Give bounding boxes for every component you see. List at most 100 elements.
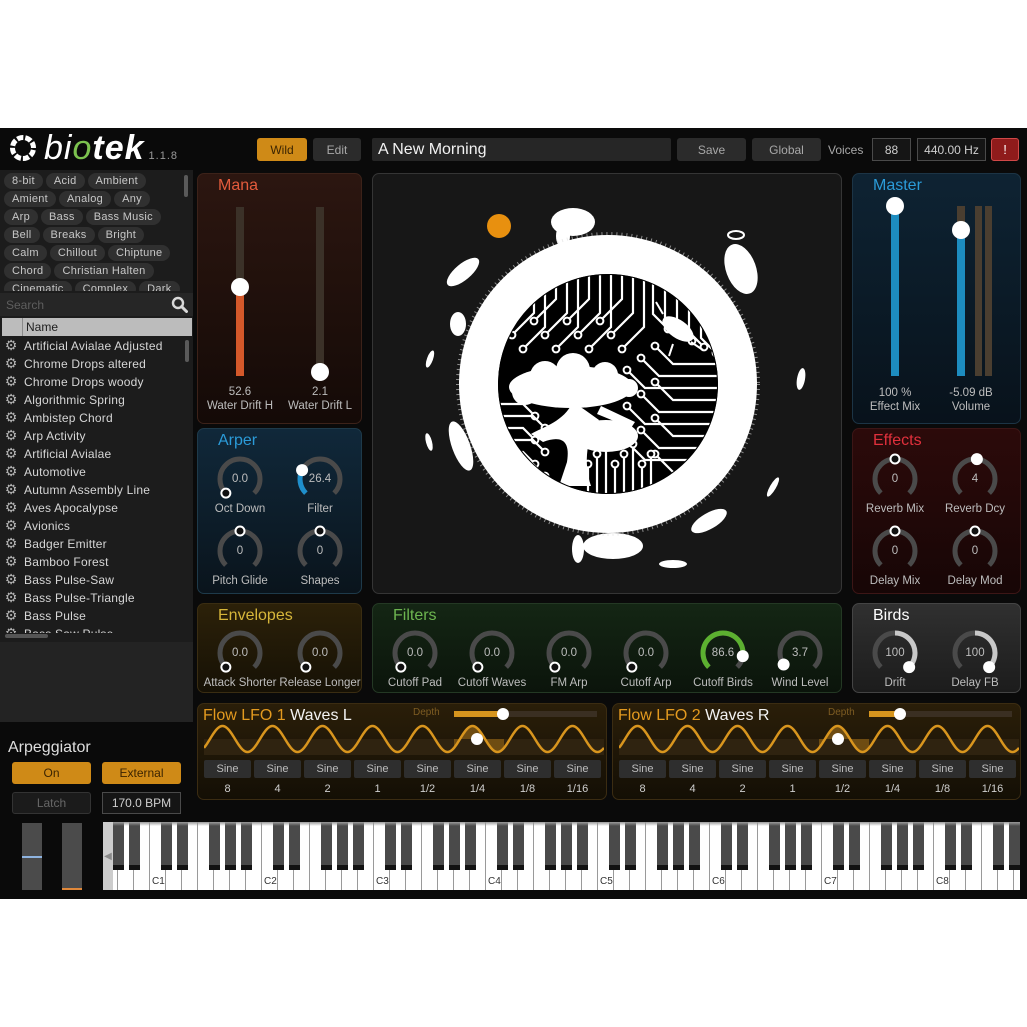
- preset-row[interactable]: ⚙ Artificial Avialae: [0, 445, 184, 463]
- step-shape-button[interactable]: Sine: [304, 760, 351, 778]
- black-key[interactable]: [560, 822, 572, 870]
- tag-pill[interactable]: Any: [114, 191, 150, 207]
- knob-indicator[interactable]: [889, 525, 901, 537]
- knob-indicator[interactable]: [903, 661, 916, 674]
- volume-slider[interactable]: [952, 206, 970, 376]
- black-key[interactable]: [336, 822, 348, 870]
- step-shape-button[interactable]: Sine: [819, 760, 866, 778]
- cutoff-arp-knob[interactable]: 0.0 Cutoff Arp: [616, 628, 676, 692]
- preset-row[interactable]: ⚙ Avionics: [0, 517, 184, 535]
- step-shape-button[interactable]: Sine: [719, 760, 766, 778]
- black-key[interactable]: [320, 822, 332, 870]
- knob-indicator[interactable]: [220, 487, 232, 499]
- preset-row[interactable]: ⚙ Chrome Drops altered: [0, 355, 184, 373]
- knob-indicator[interactable]: [395, 661, 407, 673]
- step-shape-button[interactable]: Sine: [769, 760, 816, 778]
- step-shape-button[interactable]: Sine: [619, 760, 666, 778]
- step-shape-button[interactable]: Sine: [669, 760, 716, 778]
- edit-button[interactable]: Edit: [313, 138, 361, 161]
- depth-handle[interactable]: [894, 708, 907, 720]
- black-key[interactable]: [992, 822, 1004, 870]
- preset-row[interactable]: ⚙ Badger Emitter: [0, 535, 184, 553]
- step-shape-button[interactable]: Sine: [969, 760, 1016, 778]
- black-key[interactable]: [784, 822, 796, 870]
- tag-pill[interactable]: Arp: [4, 209, 39, 225]
- step-shape-button[interactable]: Sine: [404, 760, 451, 778]
- shapes-knob[interactable]: 0 Shapes: [290, 525, 350, 593]
- lfo-waveform[interactable]: [619, 723, 1019, 755]
- step-shape-button[interactable]: Sine: [869, 760, 916, 778]
- black-key[interactable]: [960, 822, 972, 870]
- tag-pill[interactable]: Chord: [4, 263, 52, 279]
- black-key[interactable]: [352, 822, 364, 870]
- water-drift-h-slider[interactable]: [231, 207, 249, 376]
- knob-indicator[interactable]: [970, 453, 983, 466]
- lfo-waveform[interactable]: [204, 723, 604, 755]
- black-key[interactable]: [848, 822, 860, 870]
- preset-row[interactable]: ⚙ Arp Activity: [0, 427, 184, 445]
- tag-pill[interactable]: Christian Halten: [54, 263, 154, 279]
- list-scrollbar[interactable]: [185, 340, 189, 362]
- preset-row[interactable]: ⚙ Artificial Avialae Adjusted: [0, 337, 184, 355]
- step-shape-button[interactable]: Sine: [454, 760, 501, 778]
- tag-pill[interactable]: Complex: [74, 281, 137, 291]
- black-key[interactable]: [656, 822, 668, 870]
- list-column-header[interactable]: Name: [2, 318, 192, 336]
- tag-pill[interactable]: Acid: [45, 173, 85, 189]
- delay-mod-knob[interactable]: 0 Delay Mod: [945, 525, 1005, 593]
- black-key[interactable]: [176, 822, 188, 870]
- black-key[interactable]: [240, 822, 252, 870]
- black-key[interactable]: [576, 822, 588, 870]
- preset-row[interactable]: ⚙ Bass Pulse-Saw: [0, 571, 184, 589]
- oct-down-knob[interactable]: 0.0 Oct Down: [210, 454, 270, 524]
- pitch-glide-knob[interactable]: 0 Pitch Glide: [210, 525, 270, 593]
- slider-handle[interactable]: [311, 363, 329, 382]
- tuning-field[interactable]: 440.00 Hz: [917, 138, 986, 161]
- slider-handle[interactable]: [886, 197, 904, 215]
- black-key[interactable]: [608, 822, 620, 870]
- preset-row[interactable]: ⚙ Bass Pulse: [0, 607, 184, 625]
- tag-pill[interactable]: Dark: [139, 281, 180, 291]
- list-horizontal-scrollbar[interactable]: [5, 634, 48, 638]
- chevron-left-icon[interactable]: ◀: [103, 822, 113, 890]
- arp-external-button[interactable]: External: [102, 762, 181, 784]
- step-shape-button[interactable]: Sine: [354, 760, 401, 778]
- black-key[interactable]: [736, 822, 748, 870]
- black-key[interactable]: [672, 822, 684, 870]
- black-key[interactable]: [272, 822, 284, 870]
- preset-row[interactable]: ⚙ Aves Apocalypse: [0, 499, 184, 517]
- arp-tempo-field[interactable]: 170.0 BPM: [102, 792, 181, 814]
- tag-pill[interactable]: Amient: [4, 191, 57, 207]
- tag-pill[interactable]: Cinematic: [4, 281, 72, 291]
- tag-pill[interactable]: Calm: [4, 245, 47, 261]
- black-key[interactable]: [384, 822, 396, 870]
- arp-on-button[interactable]: On: [12, 762, 91, 784]
- alert-button[interactable]: !: [991, 138, 1019, 161]
- tag-pill[interactable]: Bright: [97, 227, 145, 243]
- black-key[interactable]: [624, 822, 636, 870]
- knob-indicator[interactable]: [969, 525, 981, 537]
- black-key[interactable]: [544, 822, 556, 870]
- black-key[interactable]: [432, 822, 444, 870]
- tag-pill[interactable]: Bass: [41, 209, 83, 225]
- preset-row[interactable]: ⚙ Ambistep Chord: [0, 409, 184, 427]
- preset-row[interactable]: ⚙ Algorithmic Spring: [0, 391, 184, 409]
- step-shape-button[interactable]: Sine: [919, 760, 966, 778]
- black-key[interactable]: [688, 822, 700, 870]
- water-drift-l-slider[interactable]: [311, 207, 329, 382]
- arp-latch-button[interactable]: Latch: [12, 792, 91, 814]
- tag-pill[interactable]: Chillout: [49, 245, 105, 261]
- global-button[interactable]: Global: [752, 138, 821, 161]
- black-key[interactable]: [800, 822, 812, 870]
- black-key[interactable]: [112, 822, 124, 870]
- knob-indicator[interactable]: [626, 661, 638, 673]
- preset-row[interactable]: ⚙ Bass Pulse-Triangle: [0, 589, 184, 607]
- black-key[interactable]: [224, 822, 236, 870]
- knob-indicator[interactable]: [472, 661, 484, 673]
- black-key[interactable]: [1008, 822, 1020, 870]
- tag-pill[interactable]: Analog: [59, 191, 112, 207]
- knob-indicator[interactable]: [234, 525, 246, 537]
- preset-row[interactable]: ⚙ Chrome Drops woody: [0, 373, 184, 391]
- step-shape-button[interactable]: Sine: [254, 760, 301, 778]
- black-key[interactable]: [464, 822, 476, 870]
